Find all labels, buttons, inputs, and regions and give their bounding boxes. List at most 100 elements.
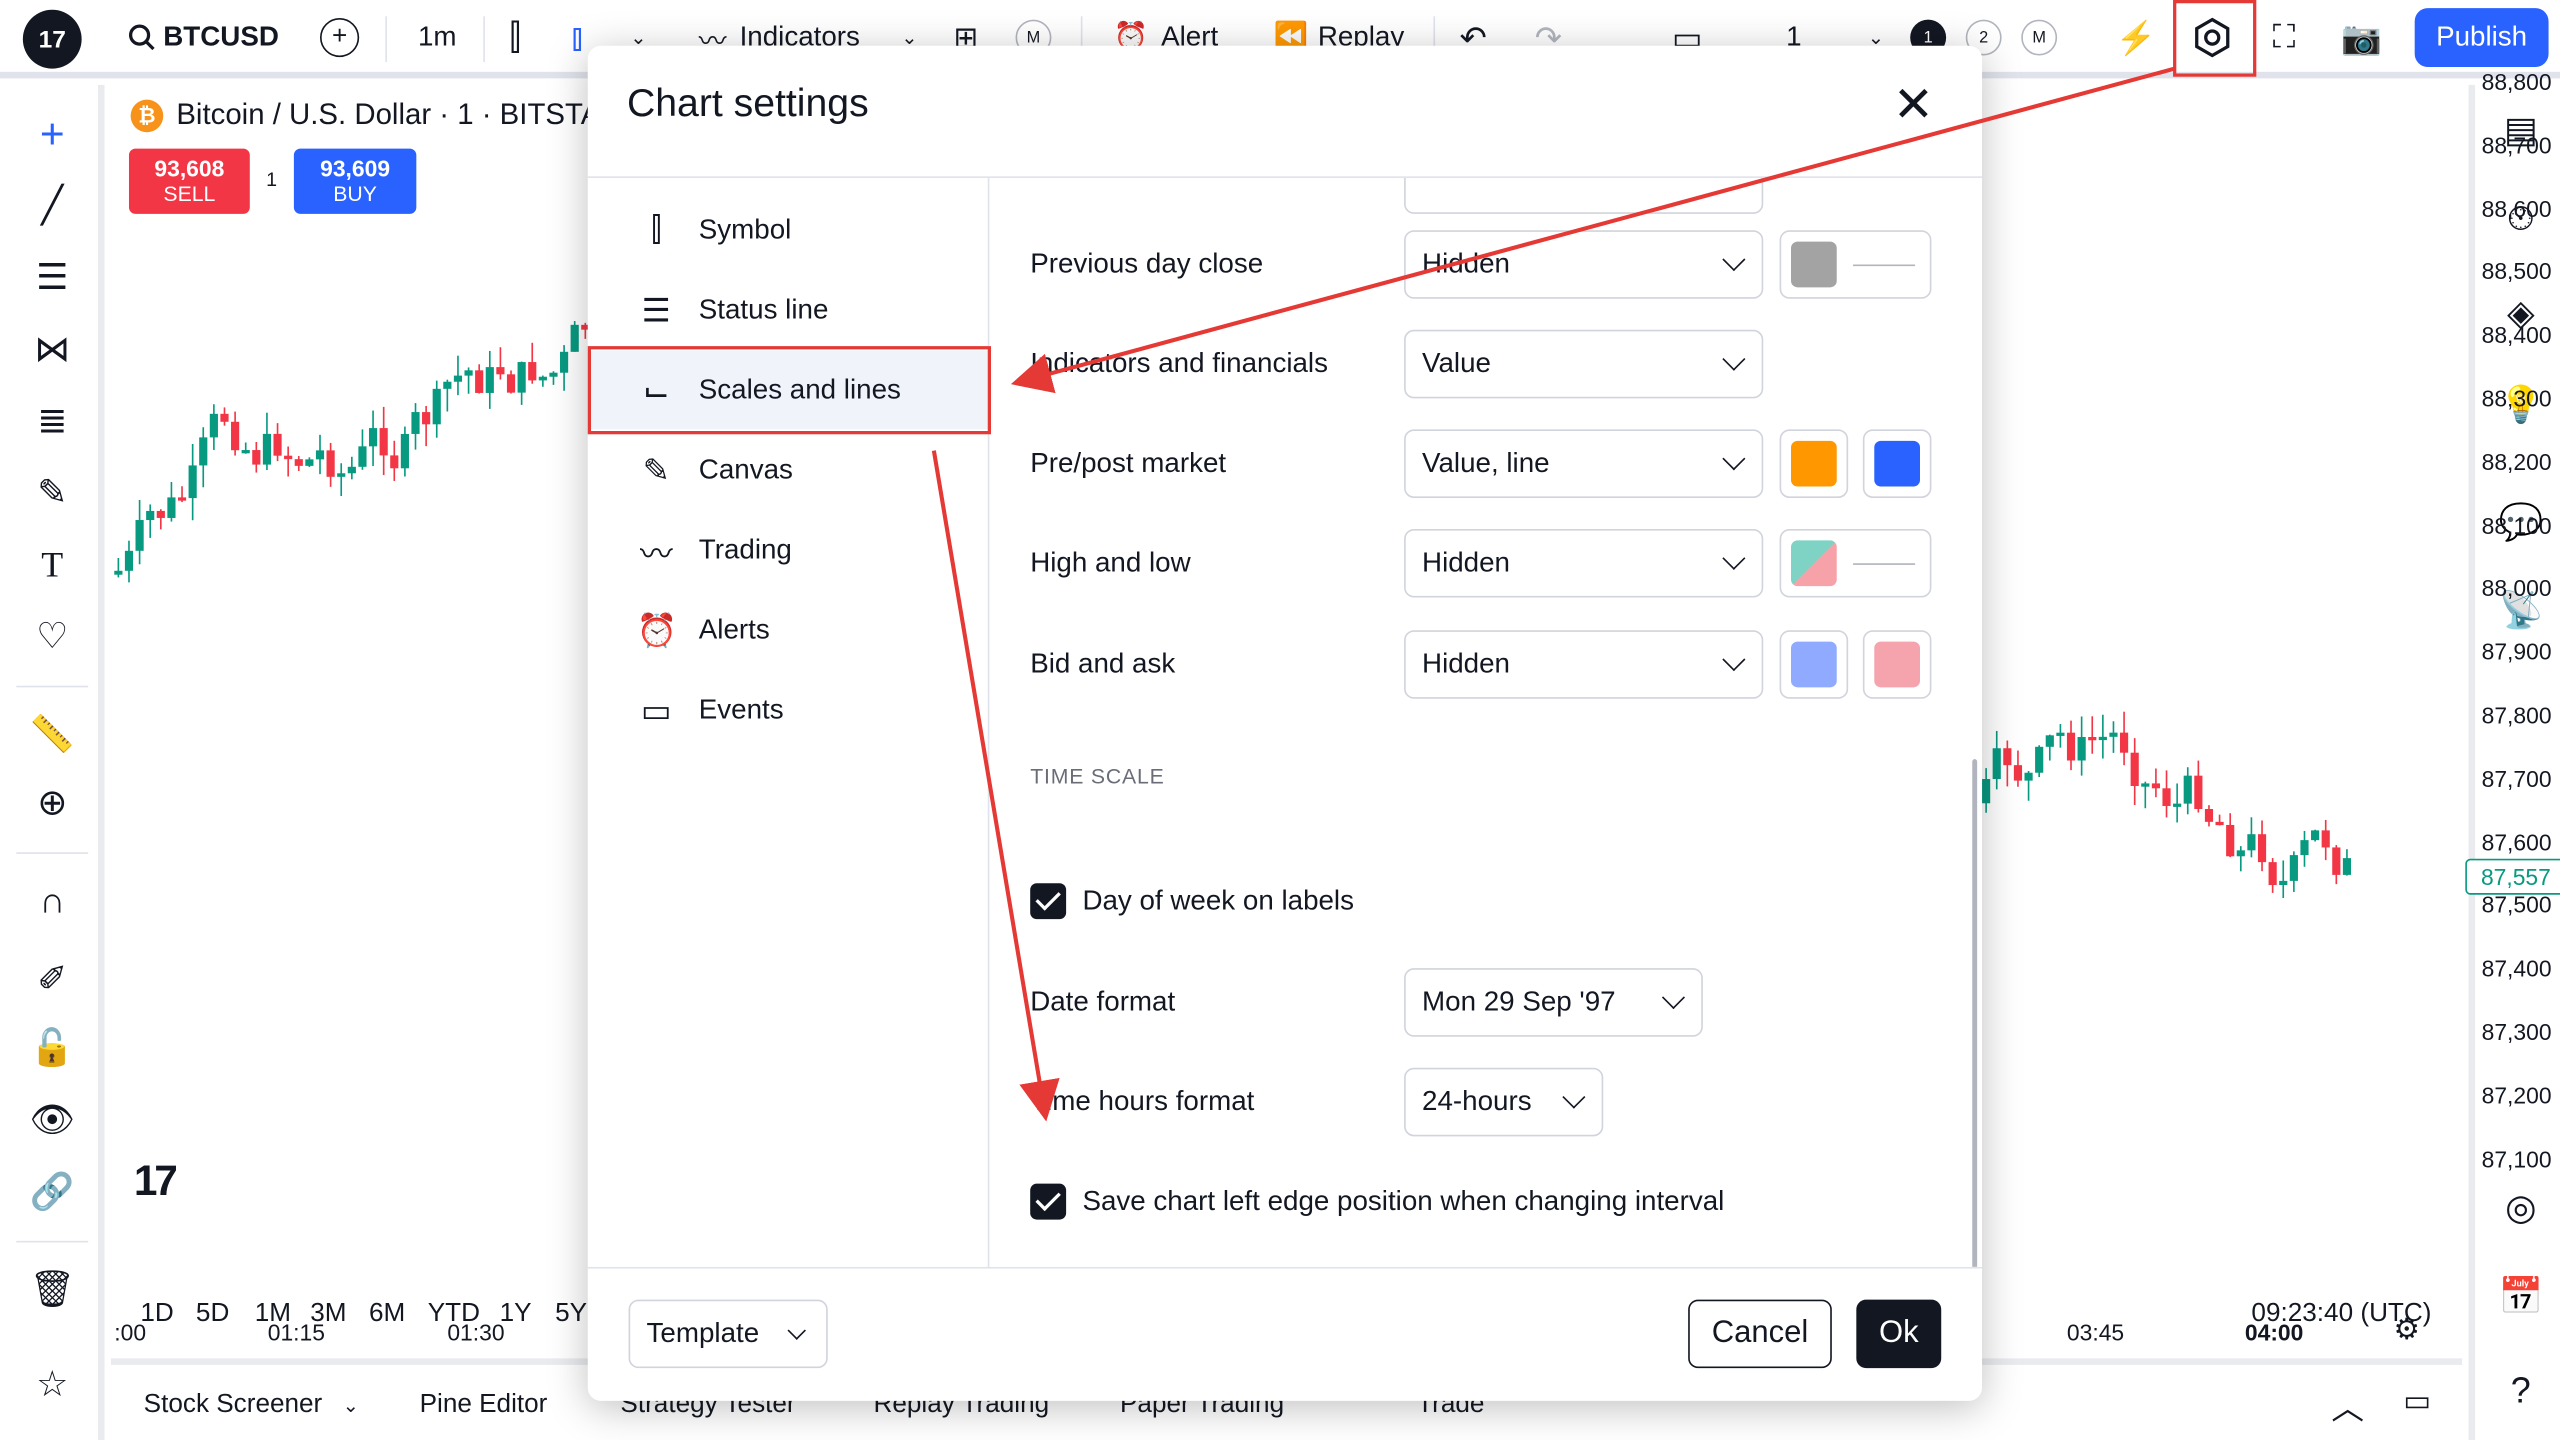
prepost-select[interactable]: Value, line [1404, 429, 1764, 498]
template-button[interactable]: Template [628, 1299, 828, 1369]
candle-body [464, 370, 473, 376]
candle-body [2342, 858, 2352, 875]
zoom-in-icon[interactable]: ⊕ [26, 777, 78, 829]
range-5d[interactable]: 5D [196, 1300, 229, 1329]
compare-symbol-button[interactable]: + [319, 0, 360, 75]
candle-body [167, 497, 176, 518]
indicators-select[interactable]: Value [1404, 329, 1764, 399]
sidebar-item-events[interactable]: ▭ Events [588, 671, 990, 749]
text-tool-icon[interactable]: T [26, 539, 78, 591]
lock-drawing-icon[interactable]: ✐ [26, 953, 78, 1005]
date-format-select[interactable]: Mon 29 Sep '97 [1404, 968, 1703, 1037]
settings-content[interactable]: Previous day close Hidden Indicators and… [989, 177, 1982, 1267]
template-label: Template [646, 1317, 760, 1349]
candle-body [2088, 737, 2097, 741]
brush-icon[interactable]: ✎ [26, 467, 78, 519]
range-3m[interactable]: 3M [310, 1300, 346, 1329]
price-axis-label: 87,900 [2481, 638, 2552, 665]
candle-body [284, 455, 293, 460]
clock-label[interactable]: 09:23:40 (UTC) [2251, 1300, 2431, 1329]
heart-icon[interactable]: ♡ [26, 611, 78, 663]
prev-day-close-select[interactable]: Hidden [1404, 230, 1764, 299]
tab-stock-screener[interactable]: Stock Screener ⌄ [144, 1391, 359, 1420]
symbol-search-button[interactable]: BTCUSD [127, 0, 279, 75]
sell-button[interactable]: 93,608 SELL [128, 148, 250, 214]
symbol-title[interactable]: ₿ Bitcoin / U.S. Dollar · 1 · BITSTAMP [130, 98, 644, 132]
candle-body [2013, 765, 2023, 781]
magnet-icon[interactable]: ∩ [26, 875, 78, 927]
sidebar-item-symbol[interactable]: ⫿ Symbol [588, 191, 990, 269]
cancel-button[interactable]: Cancel [1688, 1299, 1832, 1369]
trash-icon[interactable]: 🗑 [26, 1264, 78, 1316]
candle-body [188, 465, 197, 499]
link-icon[interactable]: 🔗 [26, 1166, 78, 1218]
chart-type-button[interactable]: ⫿ [509, 0, 521, 75]
save-left-edge-checkbox[interactable] [1030, 1183, 1067, 1220]
range-1d[interactable]: 1D [140, 1300, 173, 1329]
time-hours-select[interactable]: 24-hours [1404, 1067, 1604, 1137]
publish-button[interactable]: Publish [2414, 8, 2549, 67]
candle-body [199, 437, 208, 466]
partial-select[interactable] [1404, 177, 1764, 214]
select-value: Value [1422, 347, 1491, 379]
sidebar-item-trading[interactable]: 〰 Trading [588, 511, 990, 589]
calendar-icon: ▭ [640, 693, 672, 729]
line-style-preview [1853, 264, 1916, 267]
lock-icon[interactable]: 🔓 [26, 1022, 78, 1074]
candle-body [379, 428, 388, 456]
help-icon[interactable]: ? [2495, 1365, 2547, 1417]
trend-line-icon[interactable]: ╱ [26, 180, 78, 232]
line-style-preview [1853, 563, 1916, 565]
range-1y[interactable]: 1Y [500, 1300, 532, 1329]
fullscreen-button[interactable]: ⛶ [2273, 0, 2296, 75]
star-icon[interactable]: ☆ [26, 1358, 78, 1410]
sidebar-item-alerts[interactable]: ⏰ Alerts [588, 591, 990, 669]
tab-pine-editor[interactable]: Pine Editor [420, 1391, 548, 1420]
range-ytd[interactable]: YTD [428, 1300, 480, 1329]
layout-m-button[interactable]: M [2021, 0, 2058, 75]
tradingview-logo-icon[interactable]: 17 [22, 9, 82, 69]
close-icon[interactable]: ✕ [1891, 78, 1937, 132]
prepost-color-1[interactable] [1779, 429, 1849, 498]
quick-search-button[interactable]: ⚡ [2116, 0, 2157, 75]
prev-day-close-color-swatch[interactable] [1779, 230, 1932, 299]
candle-body [2204, 808, 2214, 822]
price-axis-label: 87,500 [2481, 892, 2552, 919]
sidebar-item-label: Symbol [698, 213, 792, 245]
price-axis-label: 87,100 [2481, 1145, 2552, 1172]
day-of-week-checkbox[interactable] [1030, 883, 1067, 920]
ask-color[interactable] [1862, 630, 1932, 699]
maximize-panel-icon[interactable]: ▭ [2403, 1384, 2431, 1418]
crosshair-icon[interactable]: + [26, 108, 78, 160]
pattern-icon[interactable]: ⋈ [26, 323, 78, 375]
eye-icon[interactable]: 👁 [26, 1094, 78, 1146]
price-axis-label: 88,600 [2481, 195, 2552, 222]
price-axis[interactable]: 88,800 88,700 88,600 88,500 88,400 88,300 88,2… [2465, 69, 2560, 1293]
range-1m[interactable]: 1M [255, 1300, 291, 1329]
range-5y[interactable]: 5Y [555, 1300, 587, 1329]
range-6m[interactable]: 6M [369, 1300, 405, 1329]
candle-body [114, 570, 123, 575]
interval-button[interactable]: 1m [418, 0, 457, 75]
horizontal-lines-icon[interactable]: ☰ [26, 251, 78, 303]
buy-button[interactable]: 93,609 BUY [293, 148, 417, 214]
sidebar-item-status-line[interactable]: ☰ Status line [588, 271, 990, 349]
fib-icon[interactable]: ≣ [26, 395, 78, 447]
high-low-select[interactable]: Hidden [1404, 528, 1764, 598]
collapse-panel-icon[interactable]: ︿ [2331, 1381, 2364, 1428]
bid-ask-select[interactable]: Hidden [1404, 630, 1764, 699]
ok-button[interactable]: Ok [1856, 1299, 1942, 1369]
ruler-icon[interactable]: 📏 [26, 709, 78, 761]
prepost-color-2[interactable] [1862, 429, 1932, 498]
snapshot-button[interactable]: 📷 [2341, 0, 2382, 75]
content-scrollbar[interactable] [1972, 759, 1978, 1267]
current-price-label: 87,557 [2465, 858, 2560, 895]
candle-body [475, 370, 484, 393]
camera-icon: 📷 [2341, 20, 2382, 57]
bars-type-button[interactable]: ⫾ [571, 0, 583, 75]
bid-color[interactable] [1779, 630, 1849, 699]
candle-body [2289, 855, 2298, 881]
sidebar-item-label: Trading [698, 533, 792, 565]
high-low-color-swatch[interactable] [1779, 528, 1932, 598]
sidebar-item-canvas[interactable]: ✎ Canvas [588, 431, 990, 509]
